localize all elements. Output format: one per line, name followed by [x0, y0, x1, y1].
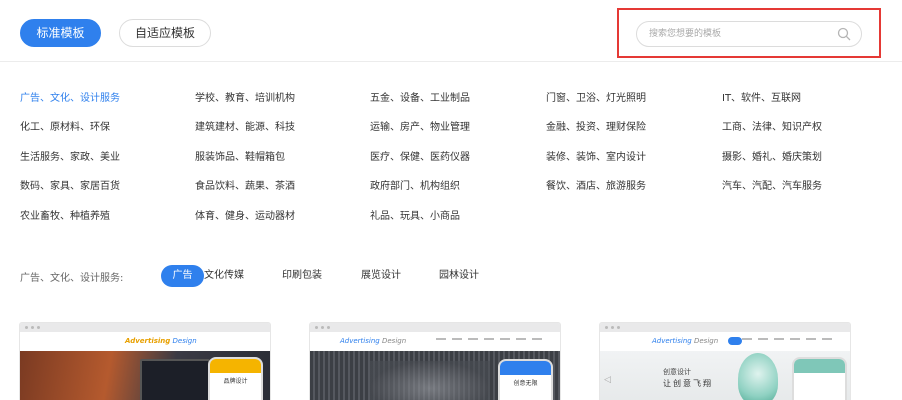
- template-card[interactable]: Advertising Design 品牌设计: [19, 322, 271, 400]
- category-item[interactable]: 学校、教育、培训机构: [195, 92, 295, 106]
- category-item[interactable]: 金融、投资、理财保险: [546, 121, 646, 135]
- category-item[interactable]: 政府部门、机构组织: [370, 180, 460, 194]
- category-row: 生活服务、家政、美业 服装饰品、鞋帽箱包 医疗、保健、医药仪器 装修、装饰、室内…: [20, 151, 890, 180]
- filter-chip-printing[interactable]: 印刷包装: [272, 265, 332, 287]
- category-item[interactable]: 农业畜牧、种植养殖: [20, 210, 110, 224]
- subcategory-filter-bar: 广告、文化、设计服务: 广告 文化传媒 印刷包装 展览设计 园林设计: [20, 265, 580, 287]
- template-nav: Advertising Design: [600, 332, 850, 351]
- filter-label: 广告、文化、设计服务:: [20, 273, 124, 284]
- category-item[interactable]: IT、软件、互联网: [722, 92, 801, 106]
- template-nav: Advertising Design: [20, 332, 270, 351]
- category-item[interactable]: 建筑建材、能源、科技: [195, 121, 295, 135]
- search-icon[interactable]: [837, 27, 851, 41]
- template-logo: Advertising Design: [652, 337, 719, 345]
- template-nav-links: [742, 338, 832, 340]
- phone-mockup: [792, 357, 847, 400]
- phone-caption: 品牌设计: [223, 378, 248, 385]
- template-card[interactable]: Advertising Design 创意无限: [309, 322, 561, 400]
- phone-caption: 创意无限: [513, 380, 538, 387]
- category-item[interactable]: 摄影、婚礼、婚庆策划: [722, 151, 822, 165]
- browser-chrome: [20, 323, 270, 332]
- browser-chrome: [310, 323, 560, 332]
- category-item[interactable]: 医疗、保健、医药仪器: [370, 151, 470, 165]
- category-item[interactable]: 服装饰品、鞋帽箱包: [195, 151, 285, 165]
- hero-title: 让创意飞翔: [663, 379, 713, 388]
- tab-responsive-templates[interactable]: 自适应模板: [119, 19, 211, 47]
- category-item[interactable]: 礼品、玩具、小商品: [370, 210, 460, 224]
- filter-chip-culture-media[interactable]: 文化传媒: [194, 265, 254, 287]
- category-item[interactable]: 门窗、卫浴、灯光照明: [546, 92, 646, 106]
- search-box[interactable]: [636, 21, 862, 47]
- category-item[interactable]: 五金、设备、工业制品: [370, 92, 470, 106]
- category-item[interactable]: 生活服务、家政、美业: [20, 151, 120, 165]
- template-nav: Advertising Design: [310, 332, 560, 351]
- category-item[interactable]: 装修、装饰、室内设计: [546, 151, 646, 165]
- phone-mockup: 创意无限: [498, 359, 553, 400]
- tab-standard-templates[interactable]: 标准模板: [20, 19, 101, 47]
- category-item[interactable]: 食品饮料、蔬果、茶酒: [195, 180, 295, 194]
- hero-subtitle: 创意设计: [663, 368, 691, 376]
- category-grid: 广告、文化、设计服务 学校、教育、培训机构 五金、设备、工业制品 门窗、卫浴、灯…: [20, 92, 890, 239]
- category-item[interactable]: 餐饮、酒店、旅游服务: [546, 180, 646, 194]
- phone-mockup: 品牌设计: [208, 357, 263, 400]
- template-card[interactable]: Advertising Design ◁ 创意设计 让创意飞翔: [599, 322, 851, 400]
- template-hero-image: ◁ 创意设计 让创意飞翔: [600, 351, 850, 400]
- filter-chip-exhibition[interactable]: 展览设计: [351, 265, 411, 287]
- template-hero-image: 创意无限: [310, 351, 560, 400]
- category-item[interactable]: 运输、房产、物业管理: [370, 121, 470, 135]
- top-bar: 标准模板 自适应模板: [0, 0, 902, 62]
- template-logo: Advertising Design: [340, 337, 407, 345]
- category-item[interactable]: 广告、文化、设计服务: [20, 92, 120, 106]
- template-nav-links: [436, 338, 542, 340]
- search-input[interactable]: [649, 22, 829, 46]
- category-item[interactable]: 体育、健身、运动器材: [195, 210, 295, 224]
- template-hero-image: 品牌设计: [20, 351, 270, 400]
- template-logo: Advertising Design: [125, 337, 197, 345]
- category-item[interactable]: 汽车、汽配、汽车服务: [722, 180, 822, 194]
- carousel-prev-icon[interactable]: ◁: [604, 375, 611, 385]
- category-item[interactable]: 数码、家具、家居百货: [20, 180, 120, 194]
- category-row: 广告、文化、设计服务 学校、教育、培训机构 五金、设备、工业制品 门窗、卫浴、灯…: [20, 92, 890, 121]
- category-row: 数码、家具、家居百货 食品饮料、蔬果、茶酒 政府部门、机构组织 餐饮、酒店、旅游…: [20, 180, 890, 209]
- filter-chip-landscape[interactable]: 园林设计: [429, 265, 489, 287]
- category-item[interactable]: 工商、法律、知识产权: [722, 121, 822, 135]
- lightbulb-graphic: [738, 353, 778, 400]
- browser-chrome: [600, 323, 850, 332]
- category-row: 农业畜牧、种植养殖 体育、健身、运动器材 礼品、玩具、小商品: [20, 210, 890, 239]
- category-item[interactable]: 化工、原材料、环保: [20, 121, 110, 135]
- category-row: 化工、原材料、环保 建筑建材、能源、科技 运输、房产、物业管理 金融、投资、理财…: [20, 121, 890, 150]
